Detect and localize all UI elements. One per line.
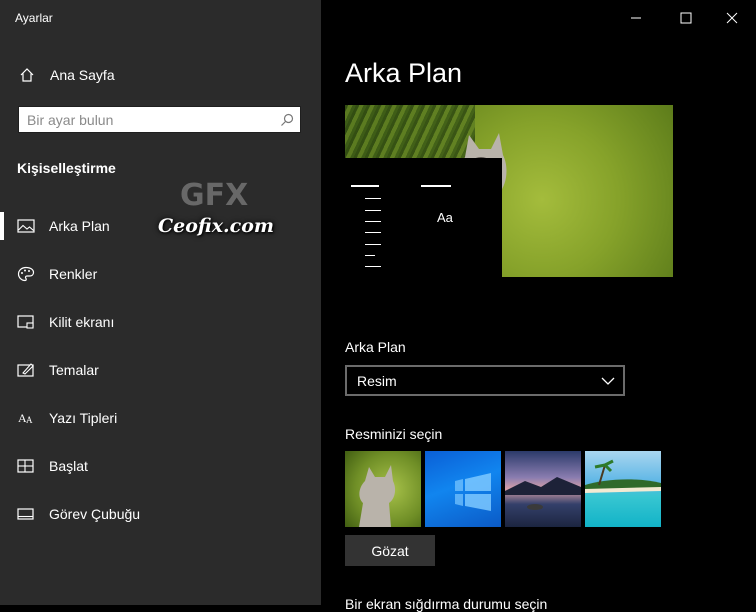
preview-line	[365, 232, 381, 233]
picture-thumbnail-kitten[interactable]	[345, 451, 421, 527]
dropdown-value: Resim	[357, 373, 397, 389]
preview-line	[421, 185, 451, 187]
search-input[interactable]	[27, 110, 272, 130]
sidebar: Ayarlar Ana Sayfa Kişiselleştirme Arka P…	[0, 0, 321, 605]
background-type-dropdown[interactable]: Resim	[345, 365, 625, 396]
sidebar-item-taskbar[interactable]: Görev Çubuğu	[0, 496, 321, 532]
watermark-text: Ceofix.com	[158, 215, 274, 237]
sidebar-item-label: Yazı Tipleri	[49, 410, 118, 426]
main-panel: Arka Plan Aa Arka Plan Resim Resminizi s…	[321, 0, 756, 612]
picture-icon	[17, 219, 35, 233]
lake-landscape-icon	[505, 477, 581, 510]
sidebar-item-themes[interactable]: Temalar	[0, 352, 321, 388]
sidebar-item-lock-screen[interactable]: Kilit ekranı	[0, 304, 321, 340]
sidebar-item-colors[interactable]: Renkler	[0, 256, 321, 292]
picture-thumbnail-windows[interactable]	[425, 451, 501, 527]
sidebar-item-label: Arka Plan	[49, 218, 110, 234]
chevron-down-icon	[601, 377, 615, 385]
background-type-label: Arka Plan	[345, 339, 406, 355]
kitten-thumbnail-icon	[359, 465, 396, 527]
search-icon[interactable]	[280, 113, 294, 127]
preview-line	[365, 198, 381, 199]
app-title: Ayarlar	[15, 11, 53, 25]
sidebar-item-label: Renkler	[49, 266, 98, 282]
home-icon	[20, 68, 34, 82]
sidebar-item-label: Temalar	[49, 362, 99, 378]
picture-thumbnail-beach[interactable]	[585, 451, 661, 527]
preview-sample-text: Aa	[437, 210, 453, 225]
background-preview: Aa	[345, 105, 673, 277]
choose-picture-label: Resminizi seçin	[345, 426, 443, 442]
start-icon	[17, 459, 34, 473]
themes-icon	[17, 363, 34, 377]
home-nav-item[interactable]: Ana Sayfa	[0, 60, 321, 90]
picture-thumbnail-lake[interactable]	[505, 451, 581, 527]
preview-line	[351, 185, 379, 187]
watermark-logo-text: GFX	[180, 178, 248, 213]
minimize-icon[interactable]	[613, 8, 659, 28]
svg-text:A: A	[26, 415, 33, 425]
close-icon[interactable]	[709, 8, 755, 28]
taskbar-icon	[17, 508, 34, 520]
sidebar-item-label: Görev Çubuğu	[49, 506, 141, 522]
maximize-icon[interactable]	[663, 8, 709, 28]
sidebar-item-start[interactable]: Başlat	[0, 448, 321, 484]
sidebar-item-label: Kilit ekranı	[49, 314, 115, 330]
fit-mode-label: Bir ekran sığdırma durumu seçin	[345, 596, 548, 612]
section-title: Kişiselleştirme	[17, 160, 116, 176]
search-box[interactable]	[18, 106, 301, 133]
windows-logo-icon	[455, 473, 491, 511]
watermark-logo: GFX Ceofix.com	[158, 175, 274, 245]
preview-line	[365, 244, 381, 245]
sidebar-item-fonts[interactable]: A A Yazı Tipleri	[0, 400, 321, 436]
lock-screen-icon	[17, 315, 34, 329]
preview-line	[365, 221, 381, 222]
preview-window: Aa	[345, 158, 502, 277]
preview-line	[365, 266, 381, 267]
sidebar-item-label: Başlat	[49, 458, 88, 474]
preview-line	[365, 255, 375, 256]
preview-line	[365, 210, 381, 211]
palette-icon	[17, 266, 35, 282]
page-title: Arka Plan	[345, 58, 463, 88]
home-label: Ana Sayfa	[50, 67, 115, 83]
gfx-logo-icon: GFX	[180, 178, 248, 213]
fonts-icon: A A	[18, 411, 33, 425]
browse-button[interactable]: Gözat	[345, 535, 435, 566]
beach-island-icon	[585, 459, 661, 493]
